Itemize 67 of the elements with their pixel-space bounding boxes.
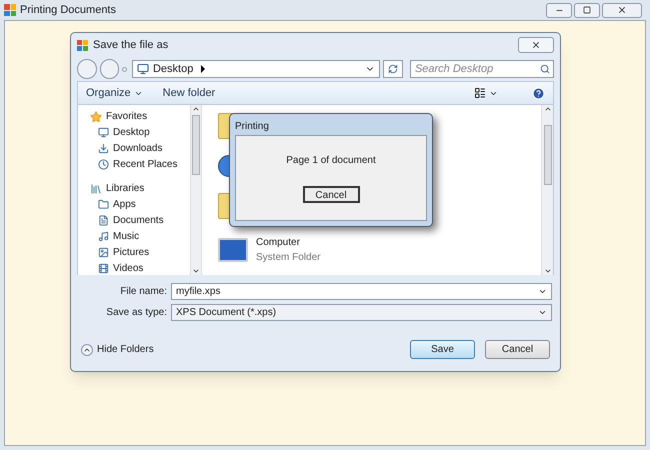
sidebar-item[interactable]: Desktop <box>90 125 190 140</box>
caret-icon <box>538 308 547 317</box>
refresh-icon <box>388 64 398 74</box>
sidebar-group[interactable]: Favorites <box>90 109 190 124</box>
monitor-icon <box>218 238 248 262</box>
library-icon <box>90 182 102 194</box>
item-icon <box>98 127 109 138</box>
breadcrumb-arrow-icon <box>201 65 206 73</box>
field-label: Save as type: <box>105 306 167 320</box>
app-icon <box>4 4 16 16</box>
desktop-icon <box>136 63 149 75</box>
item-icon <box>98 247 109 258</box>
forward-button[interactable] <box>100 59 120 79</box>
back-button[interactable] <box>77 59 97 79</box>
sidebar-group[interactable]: Libraries <box>90 181 190 196</box>
address-bar[interactable]: Desktop <box>132 60 380 78</box>
search-icon <box>540 64 550 74</box>
dialog-icon <box>77 40 88 50</box>
item-icon <box>98 143 109 154</box>
sidebar-item[interactable]: Downloads <box>90 141 190 156</box>
maximize-icon <box>583 6 591 14</box>
search-field[interactable]: Search Desktop <box>410 60 554 78</box>
scroll-down-icon <box>544 267 552 275</box>
sidebar-item[interactable]: Pictures <box>90 245 190 260</box>
help-icon[interactable] <box>532 86 545 100</box>
close-icon <box>617 5 627 15</box>
maximize-button[interactable] <box>574 2 600 18</box>
hide-folders-button[interactable]: Hide Folders <box>81 342 154 357</box>
sidebar-item[interactable]: Videos <box>90 261 190 276</box>
scroll-thumb[interactable] <box>544 125 552 185</box>
new-folder-button[interactable]: New folder <box>162 84 216 102</box>
save-button[interactable]: Save <box>410 340 475 359</box>
file-item[interactable]: Computer System Folder <box>256 235 320 265</box>
address-location: Desktop <box>152 62 194 77</box>
scrollbar[interactable] <box>190 105 202 275</box>
scroll-down-icon <box>192 267 200 275</box>
save-type-dropdown[interactable]: XPS Document (*.xps) <box>171 304 552 321</box>
scroll-up-icon <box>192 105 200 113</box>
close-icon <box>531 40 541 50</box>
sidebar-item[interactable]: Recent Places <box>90 157 190 172</box>
close-button[interactable] <box>518 37 554 53</box>
refresh-button[interactable] <box>383 60 403 78</box>
sidebar-item[interactable]: Music <box>90 229 190 244</box>
view-options-button[interactable] <box>474 87 498 99</box>
printing-title: Printing <box>235 120 270 134</box>
item-icon <box>98 199 109 210</box>
item-icon <box>98 215 109 226</box>
item-icon <box>98 231 109 242</box>
progress-message: Page 1 of document <box>286 154 376 168</box>
window-title: Printing Documents <box>20 2 116 18</box>
item-icon <box>98 263 109 274</box>
star-icon <box>90 110 102 122</box>
dialog-title: Save the file as <box>93 38 168 53</box>
cancel-button[interactable]: Cancel <box>485 340 550 359</box>
sidebar-item[interactable]: Apps <box>90 197 190 212</box>
file-name-field[interactable]: myfile.xps <box>171 283 552 300</box>
item-icon <box>98 159 109 170</box>
field-label: File name: <box>119 285 167 299</box>
list-view-icon <box>474 87 486 99</box>
cancel-button[interactable]: Cancel <box>302 186 360 203</box>
sidebar-item[interactable]: Documents <box>90 213 190 228</box>
scroll-up-icon <box>544 105 552 113</box>
scroll-thumb[interactable] <box>192 115 200 175</box>
scrollbar[interactable] <box>541 105 553 275</box>
close-button[interactable] <box>602 2 642 18</box>
organize-menu[interactable]: Organize <box>86 84 143 102</box>
caret-icon <box>538 287 547 296</box>
